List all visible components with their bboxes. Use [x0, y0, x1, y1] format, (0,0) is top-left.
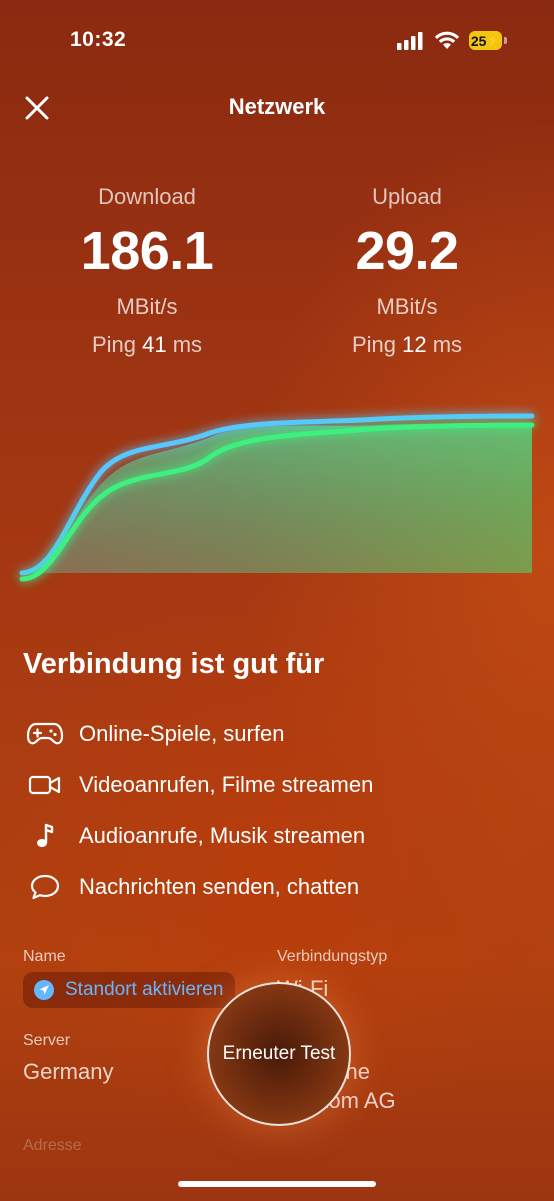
status-time: 10:32 [70, 28, 127, 51]
enable-location-label: Standort aktivieren [65, 979, 224, 1000]
list-item: Online-Spiele, surfen [23, 716, 284, 752]
ping-label: Ping [351, 332, 396, 357]
battery-level: 25 [470, 32, 487, 49]
download-unit: MBit/s [116, 294, 178, 319]
list-item-label: Nachrichten senden, chatten [79, 874, 360, 899]
page-title: Netzwerk [228, 94, 326, 119]
section-title: Verbindung ist gut für [23, 648, 325, 680]
download-value: 186.1 [80, 221, 214, 281]
download-ping: Ping 41 ms [47, 332, 247, 358]
ping-value: 12 [402, 332, 427, 357]
retest-button[interactable]: Erneuter Test [207, 982, 351, 1126]
location-arrow-icon [34, 980, 54, 1000]
download-stat: Download 186.1 MBit/s Ping 41 ms [47, 184, 247, 358]
ping-value: 41 [142, 332, 167, 357]
download-label: Download [98, 184, 196, 209]
upload-stat: Upload 29.2 MBit/s Ping 12 ms [307, 184, 507, 358]
name-label: Name [23, 948, 66, 965]
gamepad-icon [23, 719, 67, 749]
server-label: Server [23, 1032, 71, 1049]
server-value: Germany [23, 1059, 114, 1084]
upload-label: Upload [372, 184, 442, 209]
ping-unit: ms [172, 332, 203, 357]
enable-location-button[interactable]: Standort aktivieren [23, 972, 236, 1008]
list-item-label: Online-Spiele, surfen [79, 721, 285, 746]
ping-unit: ms [432, 332, 463, 357]
list-item: Nachrichten senden, chatten [23, 869, 359, 905]
music-note-icon [23, 821, 67, 851]
upload-value: 29.2 [355, 221, 459, 281]
upload-ping: Ping 12 ms [307, 332, 507, 358]
home-indicator[interactable] [178, 1181, 376, 1187]
list-item: Videoanrufen, Filme streamen [23, 767, 373, 803]
video-camera-icon [23, 770, 67, 800]
chat-bubble-icon [23, 872, 67, 902]
wifi-icon [434, 31, 460, 49]
speed-graph [19, 413, 535, 582]
address-label: Adresse [23, 1137, 82, 1154]
list-item: Audioanrufe, Musik streamen [23, 818, 365, 854]
ping-label: Ping [91, 332, 136, 357]
battery-icon: 25 ⚡ [469, 31, 507, 51]
cellular-signal-icon [397, 32, 423, 50]
upload-unit: MBit/s [376, 294, 438, 319]
list-item-label: Audioanrufe, Musik streamen [79, 823, 366, 848]
list-item-label: Videoanrufen, Filme streamen [79, 772, 374, 797]
connection-type-label: Verbindungstyp [277, 948, 388, 965]
